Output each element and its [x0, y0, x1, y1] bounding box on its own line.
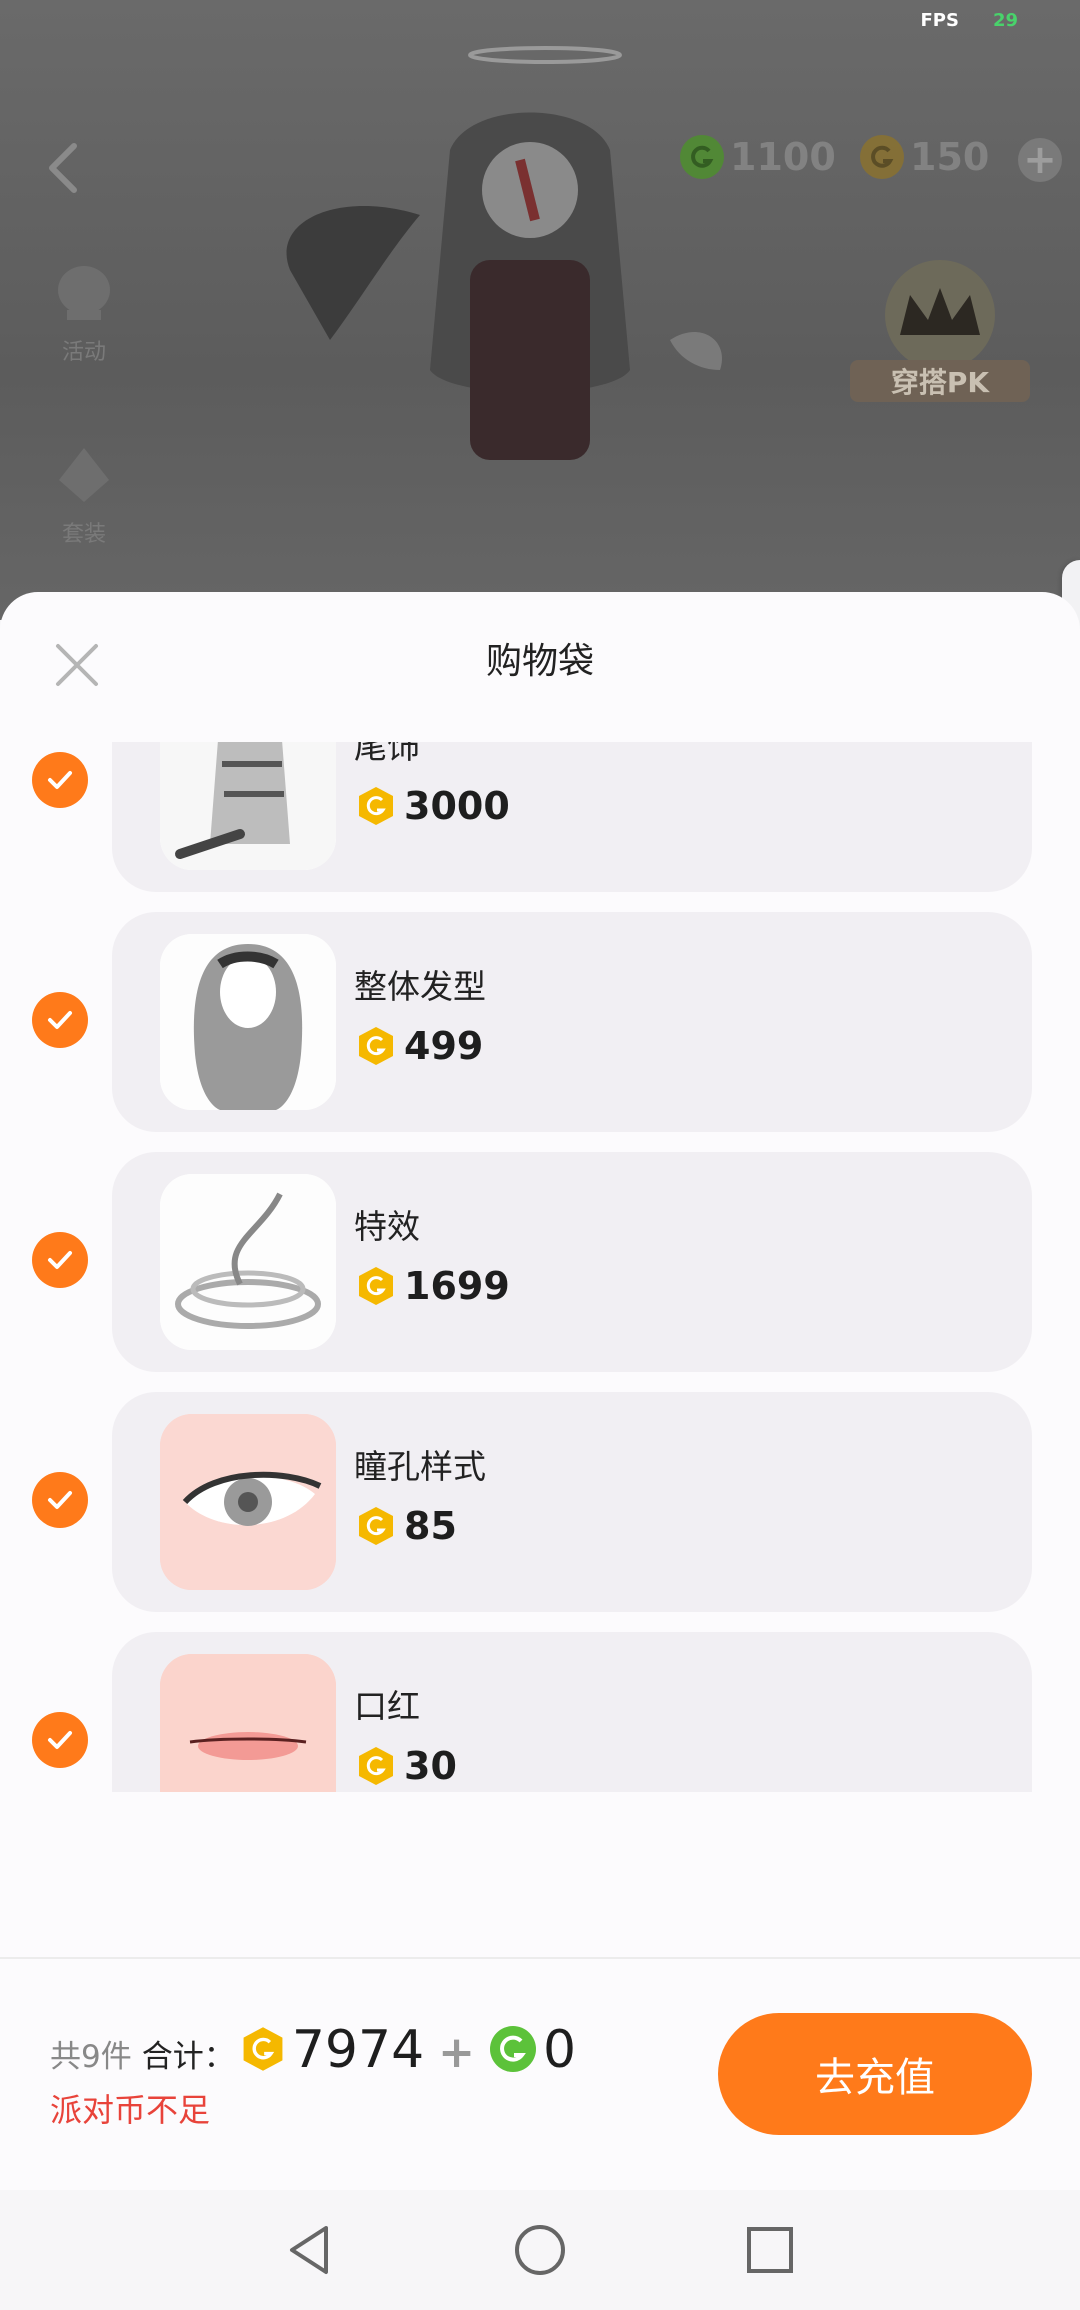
cart-item[interactable]: 瞳孔样式 85 [0, 1392, 1080, 1612]
add-currency-button[interactable]: + [1018, 137, 1062, 183]
cart-item-card[interactable]: 口红 30 [112, 1632, 1032, 1792]
outfit-pk-button[interactable]: 穿搭PK [850, 260, 1030, 410]
fps-value: 29 [992, 10, 1018, 31]
gold-coin-icon [359, 1747, 393, 1785]
item-count: 共9件 [50, 2039, 132, 2075]
green-currency-value: 1100 [730, 135, 836, 179]
check-icon [48, 1491, 72, 1509]
item-name: 整体发型 [354, 967, 486, 1006]
order-summary: 共9件 合计： 7974 +0 [50, 2020, 576, 2080]
item-name: 瞳孔样式 [354, 1447, 486, 1486]
fps-counter: FPS 29 [920, 10, 1018, 31]
cart-item-card[interactable]: 特效 1699 [112, 1152, 1032, 1372]
gold-coin-icon [359, 1027, 393, 1065]
avatar-character-art [286, 46, 722, 460]
item-checkbox[interactable] [32, 752, 88, 808]
green-coin-icon [490, 2026, 537, 2072]
check-icon [48, 1731, 72, 1749]
insufficient-coins-warning: 派对币不足 [50, 2091, 211, 2129]
system-navigation-bar [0, 2190, 1080, 2310]
item-checkbox[interactable] [32, 1472, 88, 1528]
gold-total: 7974 [291, 2020, 425, 2080]
item-price-value: 499 [404, 1024, 484, 1068]
total-label: 合计： [141, 2039, 235, 2075]
item-checkbox[interactable] [32, 1232, 88, 1288]
item-price-value: 3000 [404, 784, 510, 828]
activity-icon [58, 266, 110, 320]
item-name: 特效 [354, 1207, 420, 1246]
cart-item[interactable]: 整体发型 499 [0, 912, 1080, 1132]
sheet-title: 购物袋 [485, 641, 594, 682]
cart-item[interactable]: 口红 30 [0, 1632, 1080, 1792]
avatar-scene-backdrop: FPS 29 1100 150 + 活动 套装 穿搭PK [0, 0, 1080, 620]
item-checkbox[interactable] [32, 992, 88, 1048]
cart-item[interactable]: 尾饰 3000 [0, 742, 1080, 892]
cart-item-card[interactable]: 尾饰 3000 [112, 742, 1032, 892]
hairstyle-thumb [160, 934, 336, 1110]
item-price-value: 30 [404, 1744, 457, 1788]
gold-coin-icon [359, 787, 393, 825]
cart-item-list[interactable]: 尾饰 3000 整体发型 499 特效 1699 瞳孔样式 85 口红 30 [0, 742, 1080, 1792]
recharge-button[interactable]: 去充值 [718, 2013, 1032, 2135]
activity-side-button[interactable]: 活动 [44, 258, 124, 366]
item-price: 85 [356, 1504, 457, 1548]
item-checkbox[interactable] [32, 1712, 88, 1768]
gold-coin-icon [359, 1507, 393, 1545]
back-arrow-icon[interactable] [40, 140, 86, 196]
item-name: 口红 [354, 1687, 420, 1726]
check-icon [48, 1251, 72, 1269]
gold-coin-icon [359, 1267, 393, 1305]
cart-item[interactable]: 特效 1699 [0, 1152, 1080, 1372]
eye-thumb [160, 1414, 336, 1590]
outfit-label: 套装 [61, 522, 106, 547]
check-icon [48, 771, 72, 789]
outfit-icon [59, 448, 109, 502]
item-price: 3000 [356, 784, 510, 828]
gold-currency-value: 150 [910, 135, 990, 179]
activity-label: 活动 [61, 340, 106, 365]
outfit-pk-label: 穿搭PK [850, 360, 1030, 402]
item-price: 30 [356, 1744, 457, 1788]
recents-icon[interactable] [740, 2220, 800, 2280]
lips-thumb [160, 1654, 336, 1792]
plus-sign: + [438, 2027, 476, 2078]
item-price-value: 85 [404, 1504, 457, 1548]
back-icon[interactable] [280, 2220, 340, 2280]
item-price: 499 [356, 1024, 483, 1068]
item-name: 尾饰 [354, 742, 420, 766]
footer-divider [0, 1957, 1080, 1959]
effect-thumb [160, 1174, 336, 1350]
green-total: 0 [543, 2020, 577, 2080]
gold-coin-icon [243, 2027, 283, 2071]
item-price: 1699 [356, 1264, 510, 1308]
gold-coin-icon [860, 135, 904, 179]
tiger-tail-thumb [160, 742, 336, 870]
outfit-side-button[interactable]: 套装 [44, 440, 124, 548]
item-price-value: 1699 [404, 1264, 510, 1308]
sheet-header: 购物袋 [0, 592, 1080, 742]
gold-currency: 150 [860, 135, 989, 179]
cart-item-card[interactable]: 瞳孔样式 85 [112, 1392, 1032, 1612]
fps-label: FPS [920, 10, 959, 31]
check-icon [48, 1011, 72, 1029]
home-icon[interactable] [510, 2220, 570, 2280]
green-coin-icon [680, 135, 724, 179]
green-currency: 1100 [680, 135, 836, 179]
cart-item-card[interactable]: 整体发型 499 [112, 912, 1032, 1132]
crown-icon [885, 260, 995, 370]
